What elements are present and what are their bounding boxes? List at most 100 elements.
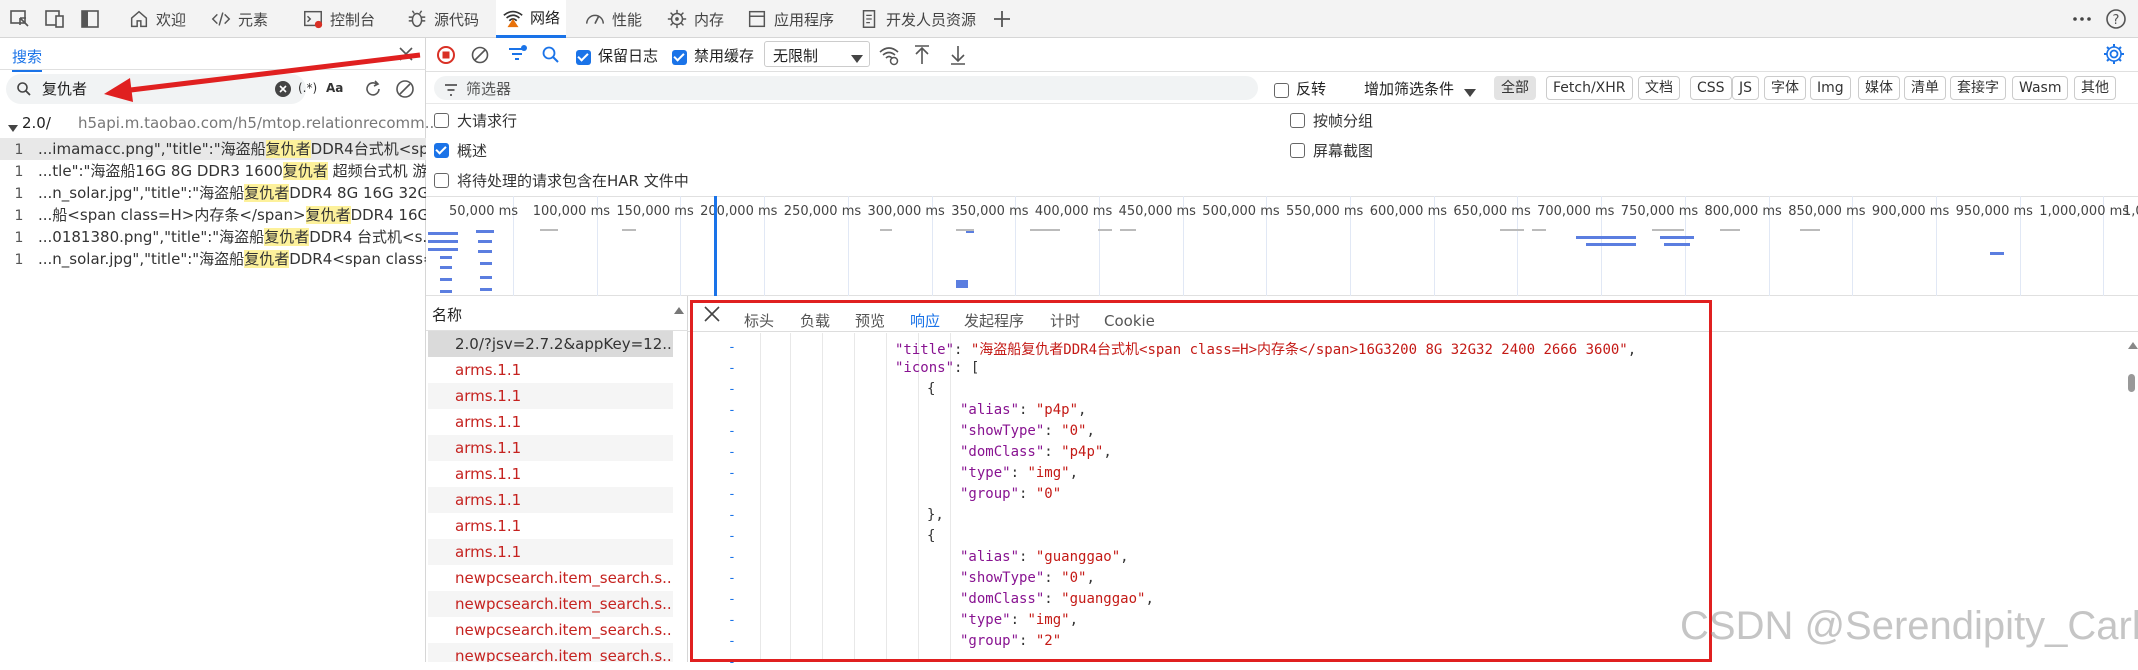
timeline-activity-bar — [480, 276, 492, 279]
request-row[interactable]: arms.1.1 — [428, 357, 673, 383]
settings-gear-icon[interactable] — [2102, 42, 2126, 70]
timeline-activity-bar — [1576, 236, 1636, 239]
result-text: 超频台式机 游... — [332, 162, 426, 180]
request-row[interactable]: 2.0/?jsv=2.7.2&appKey=12... — [428, 331, 673, 357]
tab-console[interactable]: 控制台 — [296, 0, 381, 38]
search-tab[interactable]: 搜索 — [12, 46, 43, 72]
filter-type-wasm[interactable]: Wasm — [2012, 76, 2069, 100]
request-row[interactable]: arms.1.1 — [428, 487, 673, 513]
result-text: DDR4 8G 16G 32G... — [289, 184, 426, 202]
expand-triangle-icon[interactable] — [8, 119, 18, 137]
search-result-row[interactable]: 1 ...n_solar.jpg","title":"海盗船复仇者DDR4 8G … — [0, 182, 426, 204]
filter-icon[interactable] — [506, 44, 528, 70]
large-rows-checkbox[interactable] — [434, 113, 449, 128]
scroll-up-icon[interactable] — [2128, 336, 2138, 354]
filter-type-media[interactable]: 媒体 — [1858, 76, 1900, 100]
search-result-row[interactable]: 1 ...0181380.png","title":"海盗船复仇者DDR4 台式机… — [0, 226, 426, 248]
tab-elements[interactable]: 元素 — [204, 0, 274, 38]
screenshots-option[interactable]: 屏幕截图 — [1290, 140, 1373, 161]
filter-type-doc[interactable]: 文档 — [1638, 76, 1680, 100]
more-filters-dropdown[interactable]: 增加筛选条件 — [1364, 78, 1454, 99]
result-file-name[interactable]: 2.0/ — [22, 114, 51, 132]
filter-type-fetch-xhr[interactable]: Fetch/XHR — [1546, 76, 1633, 100]
request-row[interactable]: newpcsearch.item_search.s... — [428, 565, 673, 591]
request-row[interactable]: arms.1.1 — [428, 539, 673, 565]
filter-type-font[interactable]: 字体 — [1764, 76, 1806, 100]
tab-developer-resources[interactable]: 开发人员资源 — [852, 0, 982, 38]
group-by-frame-checkbox[interactable] — [1290, 113, 1305, 128]
result-match: 复仇者 — [282, 162, 328, 180]
device-emulation-icon[interactable] — [43, 7, 67, 31]
tab-network[interactable]: 网络 — [496, 0, 567, 38]
timeline-activity-bar — [1030, 229, 1060, 231]
timeline-activity-bar — [480, 288, 492, 291]
filter-type-all[interactable]: 全部 — [1494, 76, 1536, 100]
overview-option[interactable]: 概述 — [434, 140, 487, 161]
filter-type-other[interactable]: 其他 — [2074, 76, 2116, 100]
export-har-icon[interactable] — [948, 44, 968, 70]
har-option[interactable]: 将待处理的请求包含在HAR 文件中 — [434, 170, 689, 191]
search-result-row[interactable]: 1 ...船<span class=H>内存条</span>复仇者DDR4 16G… — [0, 204, 426, 226]
har-label: 将待处理的请求包含在HAR 文件中 — [457, 172, 689, 190]
result-line-number: 1 — [14, 252, 24, 268]
preserve-log-checkbox[interactable] — [576, 48, 591, 66]
filter-input[interactable] — [434, 76, 1258, 100]
search-network-icon[interactable] — [541, 45, 561, 69]
request-row[interactable]: arms.1.1 — [428, 383, 673, 409]
timeline-tick-label: 1,05 — [2123, 204, 2138, 219]
import-har-icon[interactable] — [912, 44, 932, 70]
request-row[interactable]: arms.1.1 — [428, 409, 673, 435]
screenshots-checkbox[interactable] — [1290, 143, 1305, 158]
search-input[interactable]: 复仇者 — [42, 78, 87, 99]
tab-memory[interactable]: 内存 — [660, 0, 730, 38]
result-file-url[interactable]: h5api.m.taobao.com/h5/mtop.relationrecom… — [78, 114, 439, 132]
tab-sources[interactable]: 源代码 — [400, 0, 485, 38]
filter-funnel-icon — [444, 82, 458, 100]
request-row[interactable]: arms.1.1 — [428, 435, 673, 461]
disable-cache-checkbox[interactable] — [672, 48, 687, 66]
timeline-tick-label: 650,000 ms — [1453, 204, 1531, 219]
filter-type-css[interactable]: CSS — [1690, 76, 1732, 100]
request-row[interactable]: arms.1.1 — [428, 461, 673, 487]
overview-checkbox[interactable] — [434, 143, 449, 158]
request-row[interactable]: newpcsearch.item_search.s... — [428, 617, 673, 643]
timeline-tick-label: 600,000 ms — [1369, 204, 1448, 219]
search-result-row[interactable]: 1 ...imamacc.png","title":"海盗船复仇者DDR4台式机<… — [0, 138, 426, 160]
result-match: 复仇者 — [244, 250, 290, 268]
application-icon — [748, 10, 766, 28]
search-result-row[interactable]: 1 ...n_solar.jpg","title":"海盗船复仇者DDR4<spa… — [0, 248, 426, 270]
tab-application[interactable]: 应用程序 — [740, 0, 840, 38]
filter-type-manifest[interactable]: 清单 — [1904, 76, 1946, 100]
group-by-frame-option[interactable]: 按帧分组 — [1290, 110, 1373, 131]
throttle-select[interactable]: 无限制 — [764, 41, 870, 67]
filter-type-js[interactable]: JS — [1732, 76, 1760, 100]
add-tab-icon[interactable] — [990, 7, 1014, 31]
result-text: DDR4台式机<sp... — [310, 140, 426, 158]
sort-up-icon[interactable] — [674, 302, 684, 320]
filter-type-socket[interactable]: 套接字 — [1950, 76, 2006, 100]
search-result-row[interactable]: 1 ...tle":"海盗船16G 8G DDR3 1600复仇者 超频台式机 游… — [0, 160, 426, 182]
scrollbar-thumb[interactable] — [2128, 374, 2135, 392]
stop-recording-icon[interactable] — [436, 45, 456, 69]
har-checkbox[interactable] — [434, 173, 449, 188]
invert-checkbox[interactable] — [1274, 81, 1289, 99]
help-icon[interactable]: ? — [2104, 7, 2128, 31]
tab-performance[interactable]: 性能 — [578, 0, 648, 38]
inspect-element-icon[interactable] — [8, 7, 32, 31]
timeline-tick-label: 750,000 ms — [1620, 204, 1699, 219]
request-row[interactable]: newpcsearch.item_search.s... — [428, 591, 673, 617]
tab-welcome[interactable]: 欢迎 — [122, 0, 192, 38]
timeline-tick-label: 100,000 ms — [532, 204, 611, 219]
network-conditions-icon[interactable] — [878, 44, 900, 70]
large-rows-label: 大请求行 — [457, 112, 518, 130]
filter-type-img[interactable]: Img — [1810, 76, 1851, 100]
request-row[interactable]: newpcsearch.item_search.s... — [428, 643, 673, 662]
timeline-tick-label: 800,000 ms — [1704, 204, 1782, 219]
more-options-icon[interactable] — [2070, 7, 2094, 31]
clear-icon[interactable] — [470, 45, 490, 69]
chevron-down-icon — [1464, 84, 1476, 102]
request-row[interactable]: arms.1.1 — [428, 513, 673, 539]
large-rows-option[interactable]: 大请求行 — [434, 110, 517, 131]
dock-sidebar-icon[interactable] — [78, 7, 102, 31]
name-column-header[interactable]: 名称 — [432, 304, 462, 325]
